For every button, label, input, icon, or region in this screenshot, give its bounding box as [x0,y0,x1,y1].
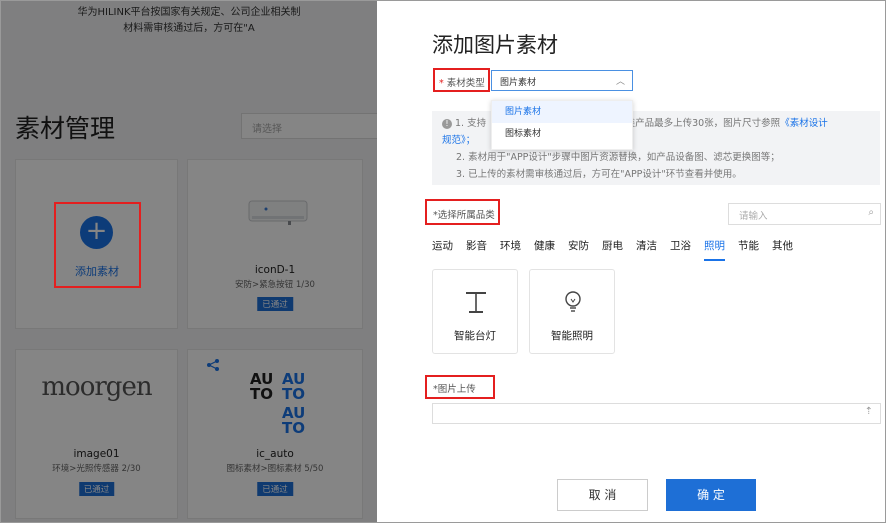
upload-icon[interactable]: ⇡ [865,406,873,417]
tab-bathroom[interactable]: 卫浴 [670,237,691,261]
highlight-box [425,199,500,225]
product-card-smart-lighting[interactable]: 智能照明 [529,269,615,354]
design-spec-link[interactable]: 《素材设计 [780,118,828,129]
product-name: 智能照明 [551,330,593,342]
confirm-button[interactable]: 确 定 [666,479,756,511]
screenshot-frame: 华为HILINK平台按国家有关规定、公司企业相关制 材料需审核通过后，方可在"A… [0,0,886,523]
tab-health[interactable]: 健康 [534,237,555,261]
product-card-desk-lamp[interactable]: 智能台灯 [432,269,518,354]
product-name: 智能台灯 [454,330,496,342]
light-bulb-icon [565,291,581,312]
dropdown-option-icon[interactable]: 图标素材 [492,123,632,145]
search-icon[interactable]: ⌕ [868,207,874,218]
dropdown-option-image[interactable]: 图片素材 [492,101,632,123]
desk-lamp-icon [466,292,486,313]
info-icon: ! [442,119,452,129]
tab-sport[interactable]: 运动 [432,237,453,261]
tab-lighting[interactable]: 照明 [704,237,725,261]
highlight-box [433,68,490,92]
tab-av[interactable]: 影音 [466,237,487,261]
category-tabs: 运动 影音 环境 健康 安防 厨电 清洁 卫浴 照明 节能 其他 [432,237,806,261]
tab-cleaning[interactable]: 清洁 [636,237,657,261]
category-search-input[interactable]: 请输入 ⌕ [728,203,881,225]
material-type-select[interactable]: 图片素材 ︿ [491,70,633,91]
chevron-up-icon: ︿ [615,77,625,87]
drawer-title: 添加图片素材 [432,33,558,57]
tab-security[interactable]: 安防 [568,237,589,261]
tab-kitchen[interactable]: 厨电 [602,237,623,261]
image-upload-field[interactable]: ⇡ [432,403,881,424]
tab-other[interactable]: 其他 [772,237,793,261]
material-type-dropdown: 图片素材 图标素材 [491,100,633,150]
highlight-box [54,202,141,288]
add-image-material-drawer: 添加图片素材 * 素材类型 图片素材 ︿ ! 1. 支持 每类产品最多上传30张，图… [377,1,885,522]
notes-line: 2. 素材用于"APP设计"步骤中图片资源替换，如产品设备图、滤芯更换图等； [456,152,780,163]
tab-energy[interactable]: 节能 [738,237,759,261]
highlight-box [425,375,495,399]
cancel-button[interactable]: 取 消 [557,479,648,511]
notes-line: 3. 已上传的素材需审核通过后，方可在"APP设计"环节查看并使用。 [456,169,742,180]
tab-environment[interactable]: 环境 [500,237,521,261]
design-spec-link[interactable]: 规范》； [442,135,475,146]
